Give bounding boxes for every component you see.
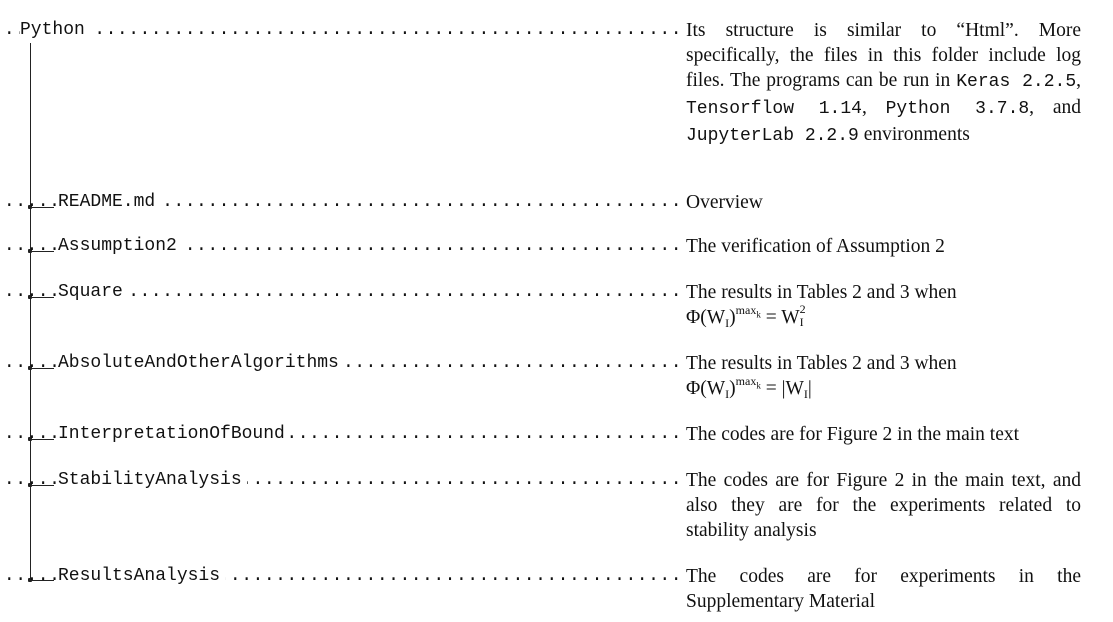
folder-name-results: ResultsAnalysis	[58, 564, 226, 589]
tensorflow-version: Tensorflow 1.14	[686, 99, 862, 119]
folder-name-stability: StabilityAnalysis	[58, 468, 247, 493]
jupyterlab-version: JupyterLab 2.2.9	[686, 126, 859, 146]
entry-description: The results in Tables 2 and 3 when Φ(WI)…	[686, 353, 957, 401]
folder-name-python: Python	[20, 18, 90, 43]
formula: Φ(WI)maxk = W2I	[686, 302, 806, 330]
entry-description: The verification of Assumption 2	[686, 236, 945, 257]
folder-name-absolute: AbsoluteAndOtherAlgorithms	[58, 351, 344, 376]
folder-name-assumption2: Assumption2	[58, 234, 182, 259]
python-version: Python 3.7.8	[885, 99, 1030, 119]
leader-dots: ........................................…	[0, 20, 682, 40]
entry-description: The results in Tables 2 and 3 when Φ(WI)…	[686, 282, 957, 330]
entry-description: Overview	[686, 192, 763, 213]
entry-description: The codes are for experiments in the Sup…	[686, 566, 1081, 612]
tree-trunk-line	[30, 42, 31, 579]
formula: Φ(WI)maxk = |WI|	[686, 374, 812, 401]
folder-name-square: Square	[58, 280, 128, 305]
entry-description: The codes are for Figure 2 in the main t…	[686, 470, 1081, 541]
keras-version: Keras 2.2.5	[956, 72, 1077, 92]
root-description: Its structure is similar to “Html”. More…	[686, 20, 1082, 146]
entry-description: The codes are for Figure 2 in the main t…	[686, 424, 1020, 445]
folder-name-interpretation: InterpretationOfBound	[58, 422, 290, 447]
file-name-readme: README.md	[58, 190, 161, 215]
